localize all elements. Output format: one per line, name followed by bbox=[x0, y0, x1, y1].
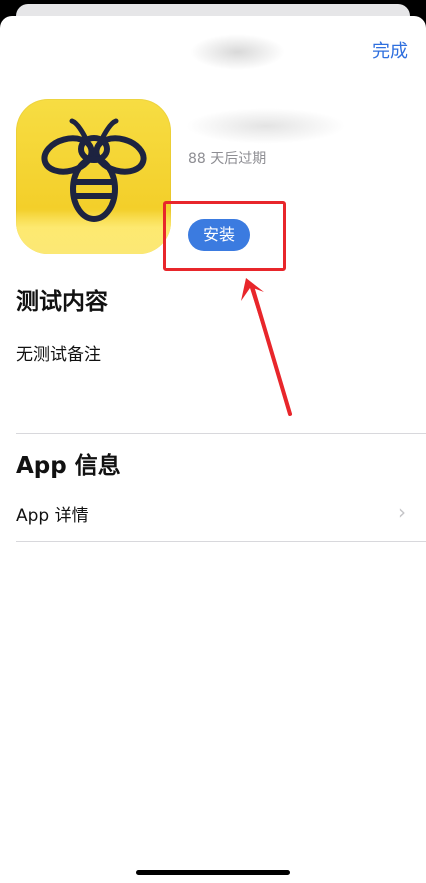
home-indicator bbox=[136, 870, 290, 875]
section-divider bbox=[16, 433, 426, 434]
app-info-title: App 信息 bbox=[16, 453, 121, 479]
app-details-label: App 详情 bbox=[16, 506, 89, 526]
test-notes-text: 无测试备注 bbox=[16, 345, 101, 365]
app-details-row[interactable]: App 详情 › bbox=[0, 498, 426, 542]
chevron-right-icon: › bbox=[398, 500, 406, 524]
row-divider bbox=[16, 541, 426, 542]
testflight-install-sheet: 完成 88 天后过期 安装 测试内容 无测试备注 App 信息 App 详情 › bbox=[0, 16, 426, 883]
test-content-title: 测试内容 bbox=[16, 289, 108, 315]
annotation-arrow bbox=[241, 278, 292, 416]
